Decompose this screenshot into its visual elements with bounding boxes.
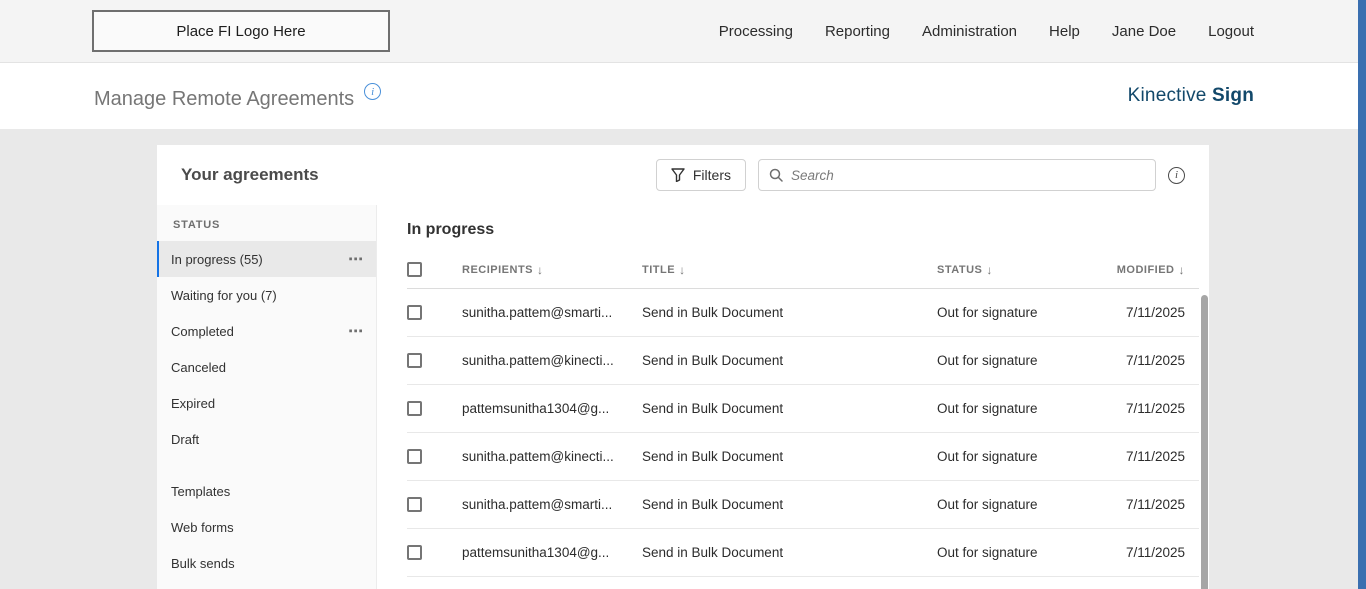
nav-processing[interactable]: Processing — [719, 23, 793, 40]
cell-status: Out for signature — [937, 401, 1038, 416]
cell-title: Send in Bulk Document — [642, 449, 784, 464]
row-checkbox[interactable] — [407, 497, 422, 512]
column-header-title[interactable]: TITLE ↓ — [642, 263, 937, 277]
agreements-card-header: Your agreements Filters i — [157, 145, 1209, 205]
table-row[interactable]: sunitha.pattem@smarti... Send in Bulk Do… — [407, 289, 1199, 337]
table-section-title: In progress — [407, 221, 495, 238]
agreements-card: Your agreements Filters i — [157, 145, 1209, 589]
column-header-modified[interactable]: MODIFIED ↓ — [1089, 263, 1199, 277]
status-sidebar: STATUS In progress (55) ⋯ Waiting for yo… — [157, 205, 377, 589]
cell-modified: 7/11/2025 — [1125, 353, 1185, 368]
more-options-icon[interactable]: ⋯ — [348, 252, 364, 267]
fi-logo-placeholder: Place FI Logo Here — [92, 10, 390, 52]
table-row[interactable]: sunitha.pattem@kinecti... Send in Bulk D… — [407, 337, 1199, 385]
cell-title: Send in Bulk Document — [642, 401, 784, 416]
nav-user-menu[interactable]: Jane Doe — [1112, 23, 1176, 40]
row-checkbox[interactable] — [407, 401, 422, 416]
sidebar-item-completed[interactable]: Completed ⋯ — [157, 313, 376, 349]
top-bar: Place FI Logo Here Processing Reporting … — [0, 0, 1366, 63]
search-icon — [769, 168, 783, 182]
cell-title: Send in Bulk Document — [642, 353, 784, 368]
cell-modified: 7/11/2025 — [1125, 305, 1185, 320]
filter-funnel-icon — [671, 168, 685, 182]
cell-status: Out for signature — [937, 545, 1038, 560]
list-info-icon[interactable]: i — [1168, 166, 1185, 184]
sidebar-item-templates[interactable]: Templates — [157, 473, 376, 509]
cell-status: Out for signature — [937, 353, 1038, 368]
filters-button-label: Filters — [692, 167, 731, 183]
cell-status: Out for signature — [937, 497, 1038, 512]
sort-down-icon: ↓ — [1178, 262, 1185, 277]
brand-name: Kinective — [1127, 85, 1207, 106]
row-checkbox[interactable] — [407, 449, 422, 464]
table-scrollbar-thumb[interactable] — [1201, 295, 1208, 589]
agreements-title: Your agreements — [181, 165, 319, 184]
table-row[interactable]: sunitha.pattem@smarti... Send in Bulk Do… — [407, 481, 1199, 529]
nav-logout[interactable]: Logout — [1208, 23, 1254, 40]
agreements-table: In progress RECIPIENTS ↓ TITLE ↓ STATUS … — [377, 205, 1209, 589]
cell-recipients: sunitha.pattem@kinecti... — [462, 449, 614, 464]
cell-recipients: pattemsunitha1304@g... — [462, 545, 610, 560]
fi-logo-text: Place FI Logo Here — [176, 22, 306, 40]
table-header-row: RECIPIENTS ↓ TITLE ↓ STATUS ↓ MODIFIED ↓ — [407, 251, 1199, 289]
top-nav: Processing Reporting Administration Help… — [719, 23, 1254, 40]
cell-recipients: sunitha.pattem@kinecti... — [462, 353, 614, 368]
cell-modified: 7/11/2025 — [1125, 497, 1185, 512]
search-input[interactable] — [791, 167, 1145, 183]
cell-title: Send in Bulk Document — [642, 545, 784, 560]
sort-down-icon: ↓ — [537, 262, 544, 277]
sidebar-item-draft[interactable]: Draft — [157, 421, 376, 457]
table-row[interactable]: pattemsunitha1304@g... Send in Bulk Docu… — [407, 385, 1199, 433]
row-checkbox[interactable] — [407, 305, 422, 320]
select-all-checkbox[interactable] — [407, 262, 422, 277]
cell-status: Out for signature — [937, 449, 1038, 464]
table-row[interactable]: sunitha.pattem@kinecti... Send in Bulk D… — [407, 433, 1199, 481]
nav-administration[interactable]: Administration — [922, 23, 1017, 40]
window-edge-scrollbar[interactable] — [1358, 0, 1366, 589]
column-header-recipients[interactable]: RECIPIENTS ↓ — [462, 263, 642, 277]
nav-reporting[interactable]: Reporting — [825, 23, 890, 40]
sidebar-item-canceled[interactable]: Canceled — [157, 349, 376, 385]
sidebar-item-web-forms[interactable]: Web forms — [157, 509, 376, 545]
column-header-status[interactable]: STATUS ↓ — [937, 263, 1089, 277]
sidebar-item-in-progress[interactable]: In progress (55) ⋯ — [157, 241, 376, 277]
cell-modified: 7/11/2025 — [1125, 401, 1185, 416]
page-info-icon[interactable]: i — [364, 83, 382, 100]
filters-button[interactable]: Filters — [655, 159, 746, 191]
nav-help[interactable]: Help — [1049, 23, 1080, 40]
sidebar-item-waiting-for-you[interactable]: Waiting for you (7) — [157, 277, 376, 313]
cell-recipients: pattemsunitha1304@g... — [462, 401, 610, 416]
more-options-icon[interactable]: ⋯ — [348, 324, 364, 339]
row-checkbox[interactable] — [407, 353, 422, 368]
cell-modified: 7/11/2025 — [1125, 545, 1185, 560]
brand-name-bold: Sign — [1212, 85, 1254, 106]
main-content: Your agreements Filters i — [0, 129, 1366, 589]
cell-title: Send in Bulk Document — [642, 497, 784, 512]
sidebar-divider — [157, 457, 376, 473]
brand-logo: Kinective Sign — [1128, 85, 1254, 107]
page-header: Manage Remote Agreements i Kinective Sig… — [0, 63, 1366, 129]
search-box — [758, 159, 1156, 191]
table-row[interactable]: pattemsunitha1304@g... Send in Bulk Docu… — [407, 529, 1199, 577]
status-section-label: STATUS — [173, 219, 221, 231]
cell-recipients: sunitha.pattem@smarti... — [462, 305, 613, 320]
sidebar-item-bulk-sends[interactable]: Bulk sends — [157, 545, 376, 581]
sort-down-icon: ↓ — [679, 262, 686, 277]
page-title: Manage Remote Agreements — [94, 88, 355, 110]
cell-recipients: sunitha.pattem@smarti... — [462, 497, 613, 512]
sort-down-icon: ↓ — [986, 262, 993, 277]
sidebar-item-expired[interactable]: Expired — [157, 385, 376, 421]
cell-status: Out for signature — [937, 305, 1038, 320]
cell-modified: 7/11/2025 — [1125, 449, 1185, 464]
row-checkbox[interactable] — [407, 545, 422, 560]
cell-title: Send in Bulk Document — [642, 305, 784, 320]
